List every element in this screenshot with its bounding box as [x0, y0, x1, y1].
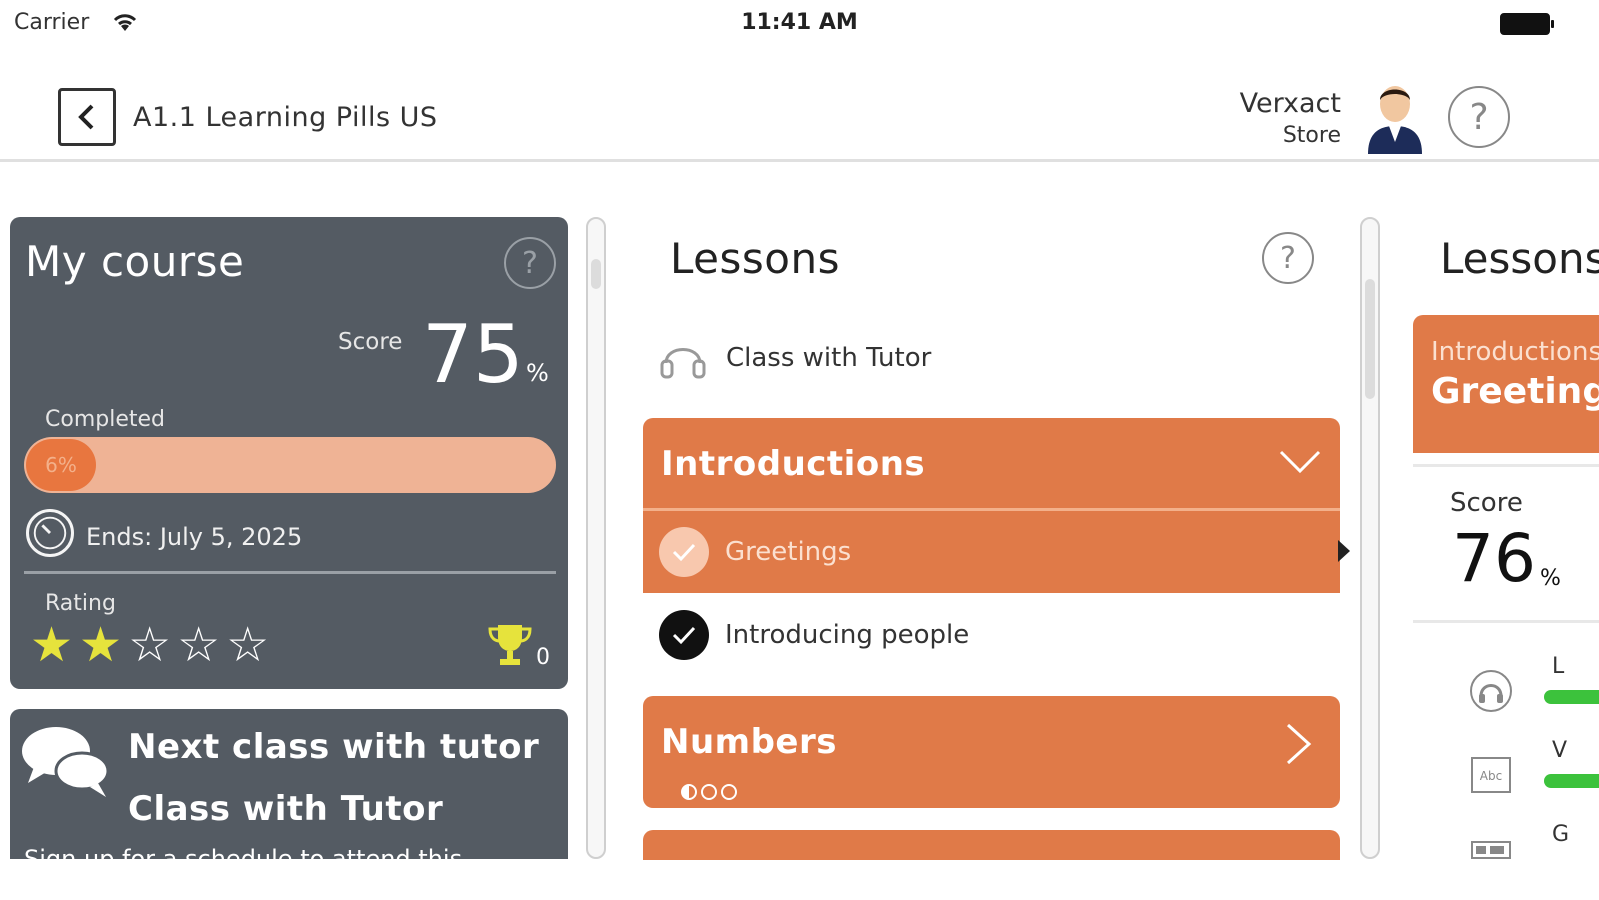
detail-title: Lessons: [1440, 234, 1599, 283]
headset-icon: [660, 348, 706, 379]
score-value: 75: [422, 308, 524, 401]
progress-dot: [681, 784, 697, 800]
store-link[interactable]: Verxact Store: [1240, 88, 1341, 152]
lessons-scrollbar[interactable]: [586, 217, 606, 859]
divider: [24, 571, 556, 574]
section-numbers[interactable]: Numbers: [643, 696, 1340, 808]
lesson-label: Introducing people: [725, 620, 970, 650]
rating-stars: ★ ★ ☆ ☆ ☆: [30, 617, 269, 673]
ends-date: Ends: July 5, 2025: [86, 523, 303, 551]
course-help-button[interactable]: ?: [504, 237, 556, 289]
progress-dots: [681, 784, 737, 800]
detail-banner-title: Greetings: [1431, 371, 1599, 412]
battery-icon: [1500, 13, 1554, 35]
lessons-title: Lessons: [670, 234, 840, 283]
trophy-icon: [488, 625, 532, 665]
trophy-count: 0: [536, 645, 550, 670]
star-empty-icon: ☆: [226, 617, 270, 673]
chat-bubbles-icon: [22, 727, 110, 797]
divider: [1413, 464, 1599, 467]
lesson-item-greetings[interactable]: Greetings: [643, 511, 1340, 593]
skill-bar: [1544, 690, 1599, 704]
store-sub-label: Store: [1282, 123, 1341, 148]
skill-bar: [1544, 774, 1599, 788]
back-button[interactable]: [58, 88, 116, 146]
my-course-card: My course ? Score 75 % Completed 6% Ends…: [10, 217, 568, 689]
section-title: Numbers: [661, 722, 837, 762]
progress-dot: [721, 784, 737, 800]
scrollbar-thumb[interactable]: [591, 259, 601, 289]
chevron-right-icon: [1286, 723, 1312, 765]
detail-score-label: Score: [1450, 488, 1523, 518]
lesson-label: Greetings: [725, 537, 852, 567]
skill-letter: V: [1552, 738, 1568, 763]
detail-banner: Introductions Greetings: [1413, 315, 1599, 453]
scrollbar-thumb[interactable]: [1365, 279, 1375, 399]
score-unit: %: [526, 359, 549, 387]
detail-scrollbar[interactable]: [1360, 217, 1380, 859]
timer-icon: [26, 509, 74, 557]
lessons-help-button[interactable]: ?: [1262, 232, 1314, 284]
status-bar: Carrier 11:41 AM: [0, 0, 1599, 50]
section-title: Introductions: [661, 444, 926, 484]
avatar-icon[interactable]: [1362, 76, 1428, 154]
progress-dot: [701, 784, 717, 800]
next-class-subtitle: Class with Tutor: [128, 789, 444, 829]
bottom-area: [0, 860, 1599, 900]
section-introductions[interactable]: Introductions: [643, 418, 1340, 510]
chevron-left-icon: [78, 104, 94, 130]
completed-check-icon: [659, 527, 709, 577]
skill-letter: G: [1552, 822, 1570, 847]
detail-score-unit: %: [1540, 566, 1561, 591]
completed-label: Completed: [45, 407, 165, 432]
next-class-card[interactable]: Next class with tutor Class with Tutor S…: [10, 709, 568, 859]
completion-progress-bar: 6%: [24, 437, 556, 493]
check-icon: [659, 610, 709, 660]
detail-score-value: 76: [1452, 520, 1536, 597]
star-empty-icon: ☆: [128, 617, 172, 673]
headphones-icon: [1470, 670, 1512, 712]
app-header: A1.1 Learning Pills US Verxact Store ?: [0, 62, 1599, 162]
selected-pointer-icon: [1338, 540, 1350, 562]
rating-label: Rating: [45, 591, 116, 616]
detail-banner-sub: Introductions: [1431, 337, 1599, 367]
help-button[interactable]: ?: [1448, 86, 1510, 148]
progress-text: 6%: [45, 453, 77, 477]
store-name-label: Verxact: [1239, 88, 1341, 119]
star-filled-icon: ★: [30, 617, 74, 673]
next-class-title: Next class with tutor: [128, 727, 540, 767]
skill-letter: L: [1552, 654, 1565, 679]
star-filled-icon: ★: [79, 617, 123, 673]
chevron-down-icon: [1279, 450, 1321, 474]
divider: [1413, 620, 1599, 623]
progress-fill: 6%: [26, 439, 96, 491]
score-label: Score: [338, 329, 403, 355]
svg-text:Abc: Abc: [1480, 769, 1502, 783]
course-title: My course: [25, 237, 245, 286]
vocabulary-icon: Abc: [1471, 757, 1511, 793]
next-class-description: Sign up for a schedule to attend this: [24, 845, 463, 859]
tutor-label: Class with Tutor: [726, 343, 932, 373]
class-with-tutor-item[interactable]: Class with Tutor: [658, 330, 931, 386]
star-empty-icon: ☆: [177, 617, 221, 673]
page-title: A1.1 Learning Pills US: [133, 102, 438, 133]
status-time: 11:41 AM: [741, 10, 858, 35]
lesson-item-introducing-people[interactable]: Introducing people: [643, 594, 1340, 676]
